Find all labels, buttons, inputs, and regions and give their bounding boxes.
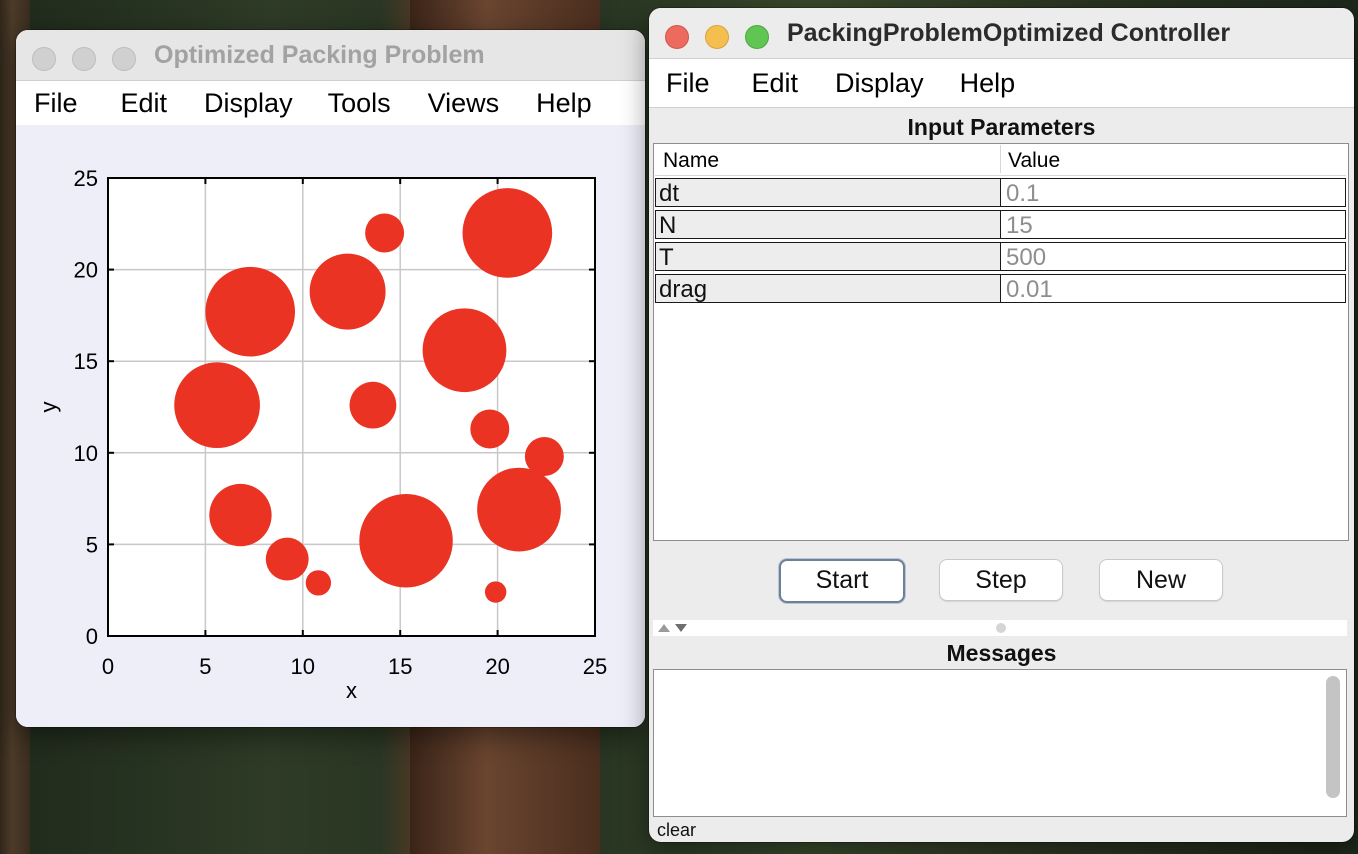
menu-display[interactable]: Display (835, 68, 924, 99)
packing-plot[interactable]: 0 5 10 15 20 25 0 5 10 15 20 25 x y (16, 125, 645, 727)
param-name: T (655, 242, 1000, 271)
menu-display[interactable]: Display (204, 88, 293, 119)
window-title: Optimized Packing Problem (154, 41, 485, 69)
x-tick-label: 10 (291, 654, 315, 679)
controller-window: PackingProblemOptimized Controller File … (649, 8, 1354, 842)
x-tick-label: 20 (485, 654, 509, 679)
y-tick-label: 0 (86, 624, 98, 649)
circle-particle (422, 308, 507, 393)
table-row: N 15 (655, 210, 1346, 241)
param-name: dt (655, 178, 1000, 207)
minimize-icon[interactable] (72, 47, 96, 71)
circle-particle (365, 213, 405, 253)
messages-title: Messages (946, 640, 1057, 666)
menu-file[interactable]: File (34, 88, 78, 119)
circle-particle (265, 537, 309, 581)
split-pane-divider[interactable] (653, 620, 1347, 636)
table-row: T 500 (655, 242, 1346, 273)
plot-window: Optimized Packing Problem File Edit Disp… (16, 30, 645, 727)
start-button[interactable]: Start (779, 559, 905, 603)
table-row: dt 0.1 (655, 178, 1346, 209)
parameters-table: Name Value dt 0.1 N 15 T 500 drag 0.01 (653, 143, 1349, 541)
splitter-arrows-icon[interactable] (655, 621, 695, 637)
circle-particle (349, 381, 397, 429)
param-value-input[interactable]: 500 (1000, 242, 1346, 271)
controller-window-titlebar[interactable]: PackingProblemOptimized Controller (649, 8, 1354, 59)
splitter-grip-icon[interactable] (996, 623, 1006, 633)
x-tick-label: 0 (102, 654, 114, 679)
param-value-input[interactable]: 15 (1000, 210, 1346, 239)
circle-particle (305, 570, 332, 596)
circle-particle (484, 581, 507, 603)
y-axis-label: y (36, 402, 61, 413)
menu-file[interactable]: File (666, 68, 710, 99)
menu-views[interactable]: Views (428, 88, 500, 119)
y-tick-label: 5 (86, 532, 98, 557)
column-header-name[interactable]: Name (663, 149, 719, 173)
param-value-input[interactable]: 0.1 (1000, 178, 1346, 207)
menu-tools[interactable]: Tools (328, 88, 391, 119)
step-button[interactable]: Step (939, 559, 1063, 601)
menu-edit[interactable]: Edit (752, 68, 799, 99)
new-button[interactable]: New (1099, 559, 1223, 601)
table-row: drag 0.01 (655, 274, 1346, 305)
y-tick-label: 15 (74, 349, 98, 374)
y-tick-label: 20 (74, 258, 98, 283)
close-icon[interactable] (665, 25, 689, 49)
circle-particle (209, 483, 272, 547)
column-header-value[interactable]: Value (1008, 149, 1060, 173)
close-icon[interactable] (32, 47, 56, 71)
plot-window-titlebar[interactable]: Optimized Packing Problem (16, 30, 645, 81)
circle-particle (205, 266, 296, 357)
x-axis-label: x (346, 678, 357, 703)
plot-menubar: File Edit Display Tools Views Help (16, 81, 645, 126)
messages-scrollbar[interactable] (1326, 676, 1340, 798)
menu-help[interactable]: Help (536, 88, 592, 119)
circle-particle (359, 493, 453, 588)
plot-area: 0 5 10 15 20 25 0 5 10 15 20 25 x y (16, 125, 645, 727)
zoom-icon[interactable] (112, 47, 136, 71)
column-divider (1000, 145, 1001, 173)
y-tick-label: 10 (74, 441, 98, 466)
clear-messages-link[interactable]: clear (657, 820, 696, 841)
x-tick-label: 15 (388, 654, 412, 679)
param-value-input[interactable]: 0.01 (1000, 274, 1346, 303)
zoom-icon[interactable] (745, 25, 769, 49)
messages-textarea[interactable] (653, 669, 1347, 817)
menu-help[interactable]: Help (960, 68, 1016, 99)
circle-particle (462, 188, 553, 278)
minimize-icon[interactable] (705, 25, 729, 49)
table-header: Name Value (655, 145, 1346, 176)
circle-particle (470, 409, 510, 449)
menu-edit[interactable]: Edit (121, 88, 168, 119)
param-name: drag (655, 274, 1000, 303)
param-name: N (655, 210, 1000, 239)
input-parameters-title: Input Parameters (907, 114, 1096, 140)
x-tick-label: 25 (583, 654, 607, 679)
controller-menubar: File Edit Display Help (649, 59, 1354, 108)
circle-particle (309, 253, 386, 330)
x-tick-label: 5 (199, 654, 211, 679)
circle-particle (477, 467, 561, 552)
window-title: PackingProblemOptimized Controller (787, 19, 1231, 47)
circle-particle (174, 362, 260, 449)
y-tick-label: 25 (74, 166, 98, 191)
